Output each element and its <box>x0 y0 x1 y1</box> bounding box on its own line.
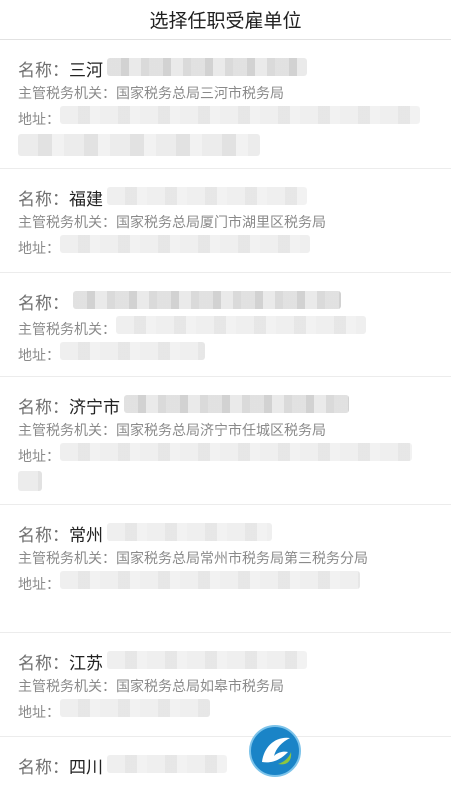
redacted-address <box>60 235 310 253</box>
name-label: 名称： <box>18 398 69 418</box>
authority-row: 主管税务机关： 国家税务总局如皋市税务局 <box>18 676 433 699</box>
address-label: 地址： <box>18 577 60 593</box>
redacted-name <box>73 291 341 309</box>
redacted-name <box>107 755 227 773</box>
address-row: 地址： <box>18 571 433 597</box>
tax-authority: 国家税务总局如皋市税务局 <box>116 679 284 695</box>
address-row: 地址： <box>18 342 433 368</box>
authority-row: 主管税务机关： 国家税务总局济宁市任城区税务局 <box>18 420 433 443</box>
redacted-name <box>107 523 272 541</box>
redacted-name <box>107 651 307 669</box>
tax-authority: 国家税务总局常州市税务局第三税务分局 <box>116 551 368 567</box>
address-row: 地址： <box>18 699 433 725</box>
name-label: 名称： <box>18 758 69 778</box>
redacted-address-line2 <box>18 471 42 491</box>
name-label: 名称： <box>18 61 69 81</box>
address-label: 地址： <box>18 112 60 128</box>
address-row: 地址： <box>18 443 433 469</box>
watermark-logo-icon <box>249 725 301 777</box>
address-label: 地址： <box>18 348 60 364</box>
company-name: 四川 <box>69 758 103 778</box>
list-item[interactable]: 名称： 江苏 主管税务机关： 国家税务总局如皋市税务局 地址： <box>0 633 451 737</box>
list-item[interactable]: 名称： 四川 <box>0 737 451 797</box>
authority-row: 主管税务机关： 国家税务总局厦门市湖里区税务局 <box>18 212 433 235</box>
authority-label: 主管税务机关： <box>18 679 116 695</box>
address-row: 地址： <box>18 235 433 261</box>
tax-authority: 国家税务总局厦门市湖里区税务局 <box>116 215 326 231</box>
authority-row: 主管税务机关： <box>18 316 433 342</box>
authority-label: 主管税务机关： <box>18 551 116 567</box>
list-item[interactable]: 名称： 济宁市 主管税务机关： 国家税务总局济宁市任城区税务局 地址： <box>0 377 451 505</box>
company-name: 三河 <box>69 61 103 81</box>
employer-list: 名称： 三河 主管税务机关： 国家税务总局三河市税务局 地址： 名称： 福建 主… <box>0 40 451 797</box>
redacted-name <box>107 58 307 76</box>
list-item[interactable]: 名称： 福建 主管税务机关： 国家税务总局厦门市湖里区税务局 地址： <box>0 169 451 273</box>
list-item[interactable]: 名称： 三河 主管税务机关： 国家税务总局三河市税务局 地址： <box>0 40 451 169</box>
name-row: 名称： 济宁市 <box>18 395 433 420</box>
authority-label: 主管税务机关： <box>18 322 116 338</box>
redacted-authority <box>116 316 366 334</box>
tax-authority: 国家税务总局济宁市任城区税务局 <box>116 423 326 439</box>
company-name: 常州 <box>69 526 103 546</box>
address-label: 地址： <box>18 449 60 465</box>
address-label: 地址： <box>18 705 60 721</box>
name-label: 名称： <box>18 294 69 314</box>
list-item[interactable]: 名称： 常州 主管税务机关：国家税务总局常州市税务局第三税务分局 地址： <box>0 505 451 633</box>
list-item[interactable]: 名称： 主管税务机关： 地址： <box>0 273 451 377</box>
name-label: 名称： <box>18 190 69 210</box>
authority-row: 主管税务机关： 国家税务总局三河市税务局 <box>18 83 433 106</box>
redacted-address <box>60 571 360 589</box>
name-row: 名称： <box>18 291 433 316</box>
company-name: 济宁市 <box>69 398 120 418</box>
redacted-name <box>107 187 307 205</box>
company-name: 福建 <box>69 190 103 210</box>
name-label: 名称： <box>18 654 69 674</box>
authority-label: 主管税务机关： <box>18 215 116 231</box>
company-name: 江苏 <box>69 654 103 674</box>
page-header: 选择任职受雇单位 <box>0 0 451 40</box>
redacted-address <box>60 106 420 124</box>
redacted-address <box>60 342 205 360</box>
name-row: 名称： 常州 <box>18 523 433 548</box>
name-row: 名称： 四川 <box>18 755 433 780</box>
authority-label: 主管税务机关： <box>18 423 116 439</box>
redacted-name <box>124 395 349 413</box>
address-row: 地址： <box>18 106 433 132</box>
name-row: 名称： 三河 <box>18 58 433 83</box>
redacted-address <box>60 443 412 461</box>
redacted-address-line2 <box>18 134 260 156</box>
name-row: 名称： 江苏 <box>18 651 433 676</box>
page-title: 选择任职受雇单位 <box>149 10 302 32</box>
tax-authority: 国家税务总局三河市税务局 <box>116 86 284 102</box>
redacted-address <box>60 699 210 717</box>
name-label: 名称： <box>18 526 69 546</box>
authority-row: 主管税务机关：国家税务总局常州市税务局第三税务分局 <box>18 548 423 571</box>
name-row: 名称： 福建 <box>18 187 433 212</box>
authority-label: 主管税务机关： <box>18 86 116 102</box>
address-label: 地址： <box>18 241 60 257</box>
